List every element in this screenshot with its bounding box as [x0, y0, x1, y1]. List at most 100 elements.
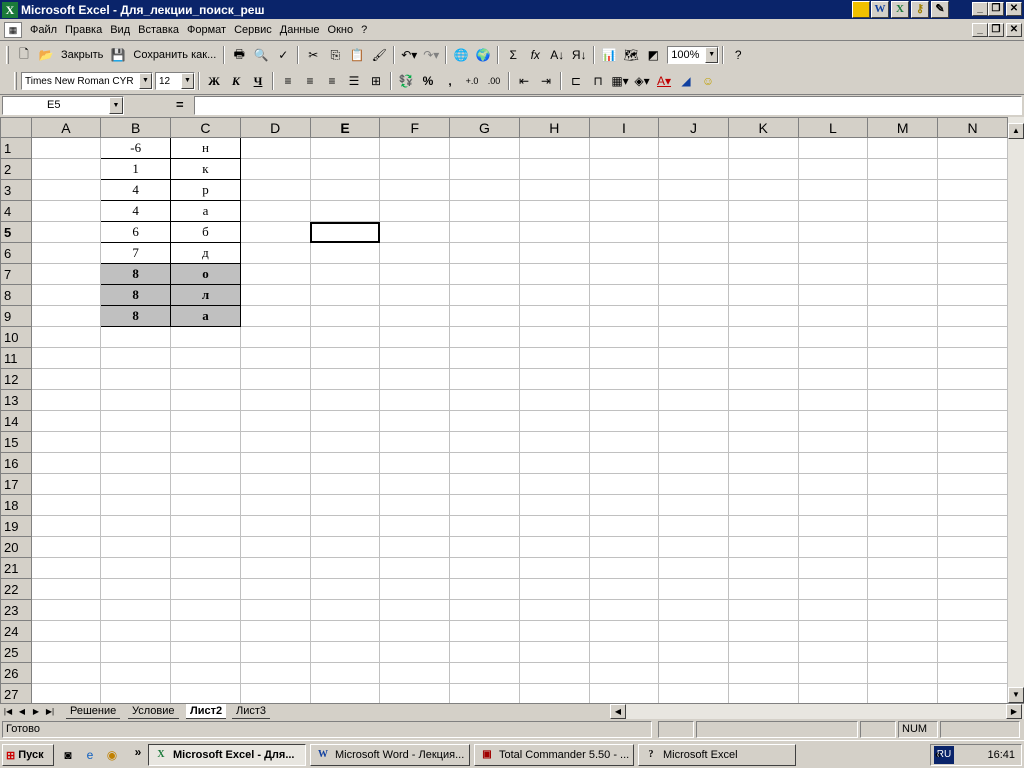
cell-i27[interactable] — [588, 683, 660, 703]
cell-m23[interactable] — [867, 599, 939, 621]
cell-b25[interactable] — [100, 641, 172, 663]
cell-a21[interactable] — [30, 557, 102, 579]
row-header[interactable]: 21 — [0, 557, 32, 579]
toolbar-grip[interactable] — [14, 72, 17, 90]
column-header-l[interactable]: L — [797, 117, 869, 138]
cell-c22[interactable] — [170, 578, 241, 600]
cell-a20[interactable] — [30, 536, 102, 558]
cell-e25[interactable] — [309, 641, 381, 663]
cell-h18[interactable] — [518, 494, 590, 516]
cell-f21[interactable] — [379, 557, 451, 579]
cell-i22[interactable] — [588, 578, 660, 600]
cell-f27[interactable] — [379, 683, 451, 703]
cell-i19[interactable] — [588, 515, 660, 537]
cell-d12[interactable] — [239, 368, 311, 390]
cell-f2[interactable] — [379, 158, 451, 180]
cell-l14[interactable] — [797, 410, 869, 432]
cell-k20[interactable] — [727, 536, 799, 558]
cell-h24[interactable] — [518, 620, 590, 642]
cell-m22[interactable] — [867, 578, 939, 600]
equals-button[interactable]: = — [176, 97, 184, 112]
cell-l25[interactable] — [797, 641, 869, 663]
cell-n15[interactable] — [937, 431, 1008, 453]
row-header[interactable]: 10 — [0, 326, 32, 348]
horizontal-scrollbar[interactable]: ◀ ▶ — [610, 704, 1024, 719]
cell-k18[interactable] — [727, 494, 799, 516]
increase-decimal-icon[interactable]: +.0 — [462, 71, 482, 91]
cell-m16[interactable] — [867, 452, 939, 474]
cell-b4[interactable]: 4 — [100, 200, 172, 222]
cell-g18[interactable] — [449, 494, 520, 516]
select-all-corner[interactable] — [0, 117, 32, 138]
cell-b21[interactable] — [100, 557, 172, 579]
cell-d3[interactable] — [239, 179, 311, 201]
row-header[interactable]: 17 — [0, 473, 32, 495]
column-header-c[interactable]: C — [170, 117, 241, 138]
cell-j16[interactable] — [658, 452, 729, 474]
cell-c2[interactable]: к — [170, 158, 241, 180]
key-icon[interactable]: ⚷ — [911, 1, 929, 18]
cell-j3[interactable] — [658, 179, 729, 201]
cell-e19[interactable] — [309, 515, 381, 537]
cell-g27[interactable] — [449, 683, 520, 703]
cell-e22[interactable] — [309, 578, 381, 600]
cell-a11[interactable] — [30, 347, 102, 369]
cell-m14[interactable] — [867, 410, 939, 432]
cell-c7[interactable]: о — [170, 263, 241, 285]
cell-g6[interactable] — [449, 242, 520, 264]
cell-m26[interactable] — [867, 662, 939, 684]
cell-d18[interactable] — [239, 494, 311, 516]
cell-a7[interactable] — [30, 263, 102, 285]
cell-b7[interactable]: 8 — [100, 263, 172, 285]
cell-l12[interactable] — [797, 368, 869, 390]
cell-m27[interactable] — [867, 683, 939, 703]
sort-descending-icon[interactable]: Я↓ — [569, 45, 589, 65]
cell-i16[interactable] — [588, 452, 660, 474]
cell-k27[interactable] — [727, 683, 799, 703]
cell-l1[interactable] — [797, 137, 869, 159]
spelling-icon[interactable]: ✓ — [273, 45, 293, 65]
map-icon[interactable]: 🗺 — [621, 45, 641, 65]
cell-b14[interactable] — [100, 410, 172, 432]
chevron-down-icon[interactable]: ▼ — [705, 47, 719, 63]
underline-button[interactable]: Ч — [248, 71, 268, 91]
cell-j26[interactable] — [658, 662, 729, 684]
cell-j7[interactable] — [658, 263, 729, 285]
cell-m15[interactable] — [867, 431, 939, 453]
cell-a25[interactable] — [30, 641, 102, 663]
align-right-icon[interactable]: ≡ — [322, 71, 342, 91]
cell-f5[interactable] — [379, 221, 451, 243]
drawing-icon[interactable]: ◩ — [643, 45, 663, 65]
cell-d25[interactable] — [239, 641, 311, 663]
cell-m3[interactable] — [867, 179, 939, 201]
cell-g9[interactable] — [449, 305, 520, 327]
cell-c14[interactable] — [170, 410, 241, 432]
autosum-icon[interactable]: Σ — [503, 45, 523, 65]
restore-window-button[interactable]: ❐ — [988, 2, 1004, 16]
cell-g22[interactable] — [449, 578, 520, 600]
cell-f20[interactable] — [379, 536, 451, 558]
zoom-select[interactable]: 100% ▼ — [667, 46, 720, 64]
menu-file[interactable]: Файл — [26, 24, 61, 36]
cell-a23[interactable] — [30, 599, 102, 621]
cell-b11[interactable] — [100, 347, 172, 369]
hyperlink-icon[interactable]: 🌐 — [451, 45, 471, 65]
cell-k25[interactable] — [727, 641, 799, 663]
cell-i4[interactable] — [588, 200, 660, 222]
row-header[interactable]: 25 — [0, 641, 32, 663]
cell-n23[interactable] — [937, 599, 1008, 621]
cell-d16[interactable] — [239, 452, 311, 474]
cell-j11[interactable] — [658, 347, 729, 369]
fill-color-icon[interactable]: ◈▾ — [632, 71, 652, 91]
tab-лист2[interactable]: Лист2 — [186, 704, 227, 719]
cell-k26[interactable] — [727, 662, 799, 684]
increase-indent-icon[interactable]: ⇥ — [536, 71, 556, 91]
cell-g16[interactable] — [449, 452, 520, 474]
cell-f10[interactable] — [379, 326, 451, 348]
cell-f11[interactable] — [379, 347, 451, 369]
cell-c20[interactable] — [170, 536, 241, 558]
taskbar-item-word[interactable]: W Microsoft Word - Лекция... — [310, 744, 470, 766]
cell-b16[interactable] — [100, 452, 172, 474]
cell-a9[interactable] — [30, 305, 102, 327]
cell-e23[interactable] — [309, 599, 381, 621]
